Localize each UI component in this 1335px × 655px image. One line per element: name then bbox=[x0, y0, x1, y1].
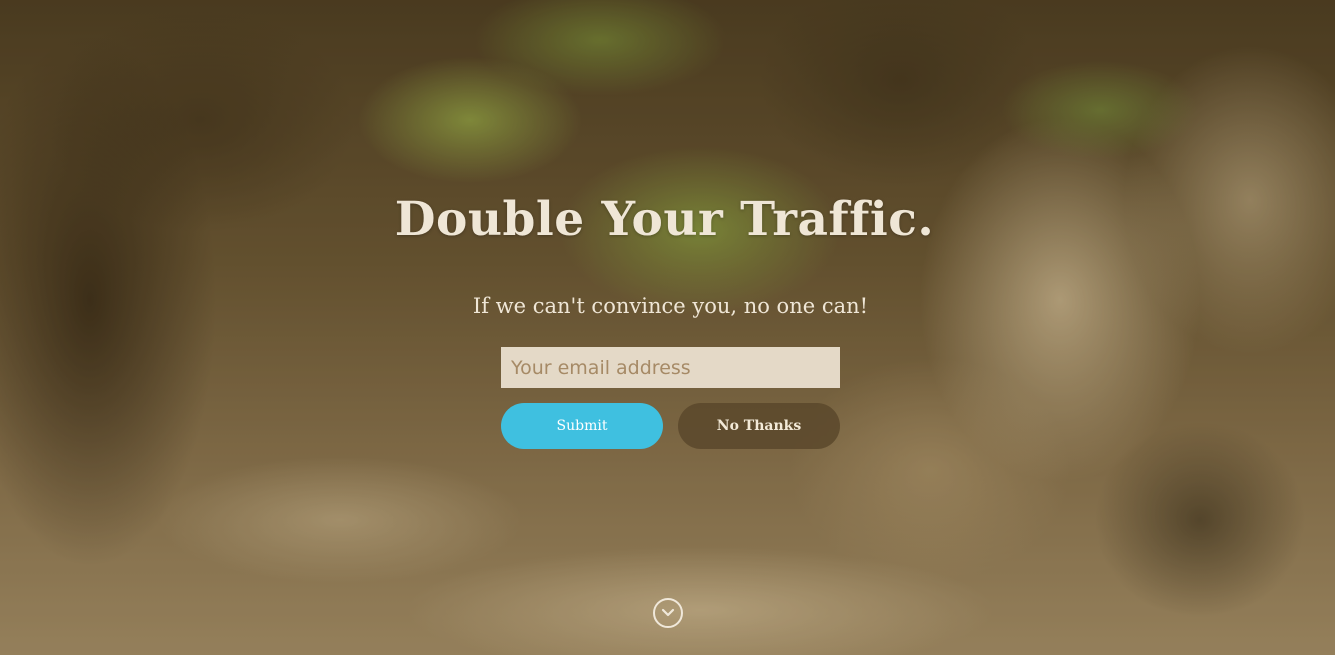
no-thanks-button[interactable]: No Thanks bbox=[678, 403, 840, 449]
subheadline: If we can't convince you, no one can! bbox=[472, 294, 869, 318]
scroll-down-button[interactable] bbox=[653, 598, 683, 628]
hero-section: Double Your Traffic. If we can't convinc… bbox=[0, 0, 1335, 655]
headline: Double Your Traffic. bbox=[394, 192, 935, 247]
submit-button[interactable]: Submit bbox=[501, 403, 663, 449]
email-input[interactable] bbox=[501, 347, 840, 388]
chevron-down-icon bbox=[661, 608, 675, 617]
